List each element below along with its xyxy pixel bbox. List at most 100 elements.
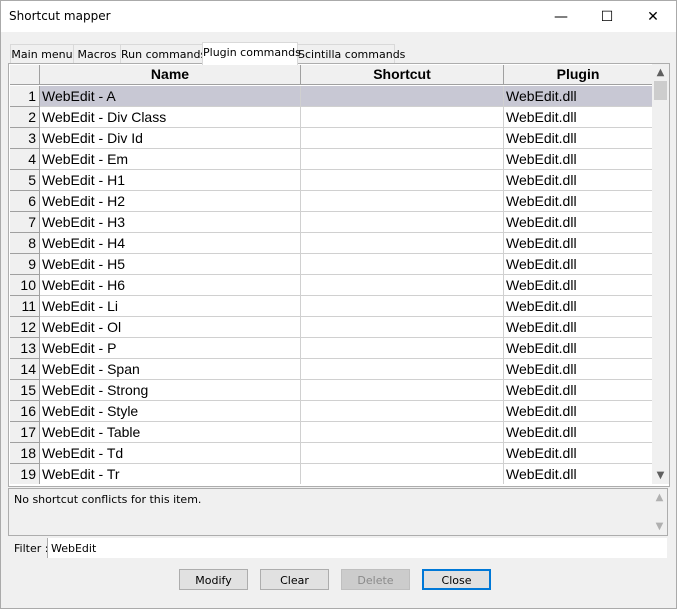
- delete-button[interactable]: Delete: [341, 569, 410, 590]
- plugin-cell[interactable]: WebEdit.dll: [504, 107, 653, 128]
- table-row[interactable]: 3 WebEdit - Div Id WebEdit.dll: [9, 128, 653, 149]
- table-row[interactable]: 18 WebEdit - Td WebEdit.dll: [9, 443, 653, 464]
- shortcut-cell[interactable]: [301, 149, 504, 170]
- grid-vertical-scrollbar[interactable]: ▲ ▼: [652, 64, 669, 484]
- tab-scintilla-commands[interactable]: Scintilla commands: [297, 44, 405, 64]
- shortcut-cell[interactable]: [301, 359, 504, 380]
- table-row[interactable]: 17 WebEdit - Table WebEdit.dll: [9, 422, 653, 443]
- shortcut-cell[interactable]: [301, 464, 504, 484]
- tab-main-menu[interactable]: Main menu: [10, 44, 74, 64]
- maximize-button[interactable]: ☐: [584, 1, 630, 32]
- table-row[interactable]: 6 WebEdit - H2 WebEdit.dll: [9, 191, 653, 212]
- name-cell[interactable]: WebEdit - H5: [40, 254, 301, 275]
- plugin-cell[interactable]: WebEdit.dll: [504, 359, 653, 380]
- table-row[interactable]: 5 WebEdit - H1 WebEdit.dll: [9, 170, 653, 191]
- plugin-cell[interactable]: WebEdit.dll: [504, 254, 653, 275]
- table-row[interactable]: 8 WebEdit - H4 WebEdit.dll: [9, 233, 653, 254]
- modify-button[interactable]: Modify: [179, 569, 248, 590]
- shortcut-cell[interactable]: [301, 422, 504, 443]
- plugin-cell[interactable]: WebEdit.dll: [504, 338, 653, 359]
- table-row[interactable]: 12 WebEdit - Ol WebEdit.dll: [9, 317, 653, 338]
- shortcut-cell[interactable]: [301, 443, 504, 464]
- chevron-down-icon[interactable]: ▼: [651, 518, 668, 535]
- name-cell[interactable]: WebEdit - H1: [40, 170, 301, 191]
- shortcut-cell[interactable]: [301, 401, 504, 422]
- tab-plugin-commands[interactable]: Plugin commands: [202, 42, 301, 65]
- name-cell[interactable]: WebEdit - Style: [40, 401, 301, 422]
- name-cell[interactable]: WebEdit - H6: [40, 275, 301, 296]
- shortcut-cell[interactable]: [301, 107, 504, 128]
- table-row[interactable]: 9 WebEdit - H5 WebEdit.dll: [9, 254, 653, 275]
- name-cell[interactable]: WebEdit - H2: [40, 191, 301, 212]
- plugin-cell[interactable]: WebEdit.dll: [504, 275, 653, 296]
- scrollbar-thumb[interactable]: [654, 81, 667, 100]
- shortcut-cell[interactable]: [301, 170, 504, 191]
- name-cell[interactable]: WebEdit - Em: [40, 149, 301, 170]
- table-row[interactable]: 16 WebEdit - Style WebEdit.dll: [9, 401, 653, 422]
- table-row[interactable]: 7 WebEdit - H3 WebEdit.dll: [9, 212, 653, 233]
- chevron-up-icon[interactable]: ▲: [651, 489, 668, 506]
- name-cell[interactable]: WebEdit - A: [40, 86, 301, 107]
- shortcut-cell[interactable]: [301, 212, 504, 233]
- plugin-cell[interactable]: WebEdit.dll: [504, 149, 653, 170]
- shortcut-cell[interactable]: [301, 380, 504, 401]
- table-row[interactable]: 11 WebEdit - Li WebEdit.dll: [9, 296, 653, 317]
- name-cell[interactable]: WebEdit - Table: [40, 422, 301, 443]
- chevron-down-icon[interactable]: ▼: [652, 467, 669, 484]
- shortcut-cell[interactable]: [301, 191, 504, 212]
- plugin-cell[interactable]: WebEdit.dll: [504, 233, 653, 254]
- name-cell[interactable]: WebEdit - Span: [40, 359, 301, 380]
- plugin-cell[interactable]: WebEdit.dll: [504, 401, 653, 422]
- shortcut-cell[interactable]: [301, 317, 504, 338]
- shortcut-cell[interactable]: [301, 275, 504, 296]
- name-cell[interactable]: WebEdit - Li: [40, 296, 301, 317]
- shortcut-cell[interactable]: [301, 338, 504, 359]
- filter-input[interactable]: [47, 538, 667, 558]
- shortcut-cell[interactable]: [301, 86, 504, 107]
- name-cell[interactable]: WebEdit - P: [40, 338, 301, 359]
- table-row[interactable]: 10 WebEdit - H6 WebEdit.dll: [9, 275, 653, 296]
- plugin-cell[interactable]: WebEdit.dll: [504, 464, 653, 484]
- name-cell[interactable]: WebEdit - Div Id: [40, 128, 301, 149]
- name-cell[interactable]: WebEdit - Ol: [40, 317, 301, 338]
- name-cell[interactable]: WebEdit - H4: [40, 233, 301, 254]
- close-button[interactable]: Close: [422, 569, 491, 590]
- plugin-cell[interactable]: WebEdit.dll: [504, 128, 653, 149]
- column-header-plugin[interactable]: Plugin: [504, 65, 653, 85]
- plugin-cell[interactable]: WebEdit.dll: [504, 212, 653, 233]
- shortcut-cell[interactable]: [301, 233, 504, 254]
- table-row[interactable]: 2 WebEdit - Div Class WebEdit.dll: [9, 107, 653, 128]
- table-row[interactable]: 15 WebEdit - Strong WebEdit.dll: [9, 380, 653, 401]
- table-row[interactable]: 14 WebEdit - Span WebEdit.dll: [9, 359, 653, 380]
- table-row[interactable]: 19 WebEdit - Tr WebEdit.dll: [9, 464, 653, 484]
- tab-run-commands[interactable]: Run commands: [120, 44, 206, 64]
- row-number-cell: 7: [10, 212, 40, 233]
- close-window-button[interactable]: ✕: [630, 1, 676, 32]
- name-cell[interactable]: WebEdit - H3: [40, 212, 301, 233]
- name-cell[interactable]: WebEdit - Tr: [40, 464, 301, 484]
- plugin-cell[interactable]: WebEdit.dll: [504, 422, 653, 443]
- tab-macros[interactable]: Macros: [73, 44, 121, 64]
- table-row[interactable]: 13 WebEdit - P WebEdit.dll: [9, 338, 653, 359]
- name-cell[interactable]: WebEdit - Td: [40, 443, 301, 464]
- table-row[interactable]: 1 WebEdit - A WebEdit.dll: [9, 86, 653, 107]
- plugin-cell[interactable]: WebEdit.dll: [504, 86, 653, 107]
- table-row[interactable]: 4 WebEdit - Em WebEdit.dll: [9, 149, 653, 170]
- shortcut-cell[interactable]: [301, 128, 504, 149]
- plugin-cell[interactable]: WebEdit.dll: [504, 317, 653, 338]
- column-header-name[interactable]: Name: [40, 65, 301, 85]
- shortcut-cell[interactable]: [301, 254, 504, 275]
- name-cell[interactable]: WebEdit - Div Class: [40, 107, 301, 128]
- plugin-cell[interactable]: WebEdit.dll: [504, 191, 653, 212]
- column-header-shortcut[interactable]: Shortcut: [301, 65, 504, 85]
- shortcut-cell[interactable]: [301, 296, 504, 317]
- clear-button[interactable]: Clear: [260, 569, 329, 590]
- plugin-cell[interactable]: WebEdit.dll: [504, 443, 653, 464]
- plugin-cell[interactable]: WebEdit.dll: [504, 380, 653, 401]
- message-scrollbar[interactable]: ▲ ▼: [651, 489, 667, 535]
- minimize-button[interactable]: —: [538, 1, 584, 32]
- plugin-cell[interactable]: WebEdit.dll: [504, 170, 653, 191]
- plugin-cell[interactable]: WebEdit.dll: [504, 296, 653, 317]
- chevron-up-icon[interactable]: ▲: [652, 64, 669, 81]
- name-cell[interactable]: WebEdit - Strong: [40, 380, 301, 401]
